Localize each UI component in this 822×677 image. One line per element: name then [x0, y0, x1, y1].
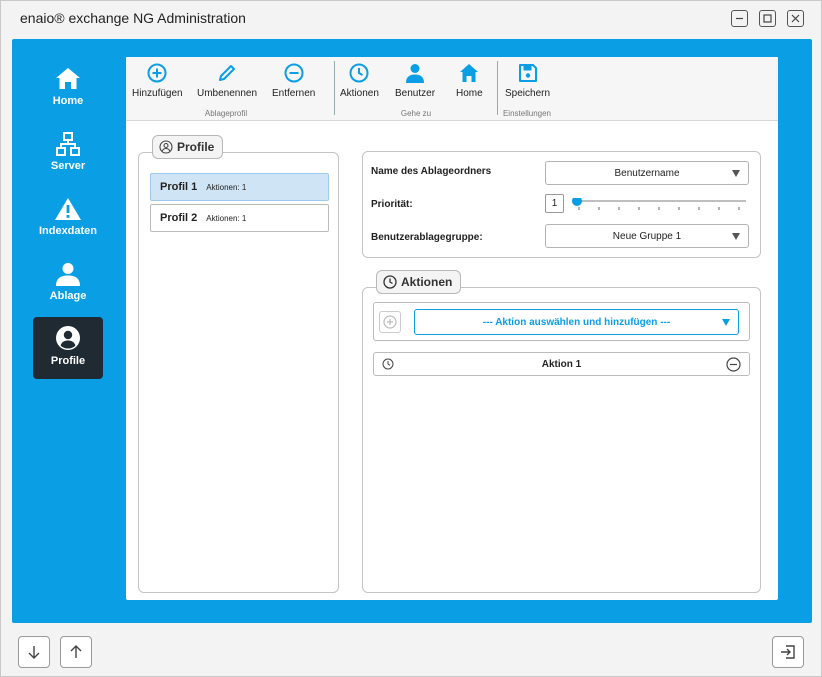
nav-item-ablage[interactable]: Ablage: [33, 254, 103, 316]
goto-actions-button[interactable]: Aktionen: [340, 63, 379, 99]
nav-label: Home: [52, 95, 84, 107]
add-profile-button[interactable]: Hinzufügen: [132, 63, 183, 99]
save-button[interactable]: Speichern: [505, 63, 550, 99]
exit-button[interactable]: [772, 636, 804, 668]
nav-label: Server: [50, 160, 86, 172]
priority-value-box[interactable]: 1: [545, 194, 564, 213]
ribbon-label: Entfernen: [272, 88, 316, 99]
clock-icon: [383, 275, 397, 289]
rename-profile-button[interactable]: Umbenennen: [197, 63, 257, 99]
close-icon: [791, 14, 800, 23]
profile-actions-count: Aktionen: 1: [206, 213, 247, 223]
chevron-down-icon: [722, 319, 730, 326]
actions-legend: Aktionen: [376, 270, 462, 294]
ribbon-label: Hinzufügen: [132, 88, 183, 99]
ribbon-group-label: Einstellungen: [502, 109, 552, 118]
title-bar: enaio® exchange NG Administration: [1, 1, 821, 37]
ribbon-label: Benutzer: [395, 88, 436, 99]
profiles-group: Profil 1 Aktionen: 1 Profil 2 Aktionen: …: [138, 152, 339, 593]
folder-name-label: Name des Ablageordners: [371, 166, 492, 177]
actions-group: --- Aktion auswählen und hinzufügen --- …: [362, 287, 761, 593]
bottom-bar: [1, 625, 821, 677]
clock-icon: [349, 63, 369, 83]
arrow-down-icon: [28, 646, 40, 659]
action-row[interactable]: Aktion 1: [373, 352, 750, 376]
group-select[interactable]: Neue Gruppe 1: [545, 224, 749, 248]
warning-icon: [55, 198, 81, 220]
profile-name: Profil 2: [160, 212, 198, 224]
remove-action-icon[interactable]: [726, 357, 741, 372]
group-value: Neue Gruppe 1: [612, 230, 682, 242]
ribbon-label: Aktionen: [340, 88, 379, 99]
window-title: enaio® exchange NG Administration: [20, 10, 246, 26]
folder-name-value: Benutzername: [614, 167, 680, 179]
priority-slider-track: [572, 196, 746, 210]
network-icon: [56, 132, 80, 156]
nav-item-home[interactable]: Home: [33, 59, 103, 121]
chevron-down-icon: [732, 233, 740, 240]
home-icon: [56, 68, 80, 89]
move-up-button[interactable]: [60, 636, 92, 668]
clock-icon: [382, 358, 394, 370]
profile-name: Profil 1: [160, 181, 198, 193]
pencil-icon: [219, 65, 236, 81]
nav-label: Ablage: [49, 290, 87, 302]
folder-name-select[interactable]: Benutzername: [545, 161, 749, 185]
arrow-up-icon: [70, 645, 82, 658]
chevron-down-icon: [732, 170, 740, 177]
ribbon-group-label: Ablageprofil: [204, 109, 248, 118]
nav-item-server[interactable]: Server: [33, 124, 103, 186]
profile-icon: [56, 326, 80, 350]
ribbon-group-label: Gehe zu: [400, 109, 432, 118]
ribbon-label: Speichern: [505, 88, 551, 99]
group-label: Benutzerablagegruppe:: [371, 232, 483, 243]
nav-label: Indexdaten: [38, 225, 98, 237]
move-down-button[interactable]: [18, 636, 50, 668]
minimize-icon: [736, 17, 743, 20]
profile-actions-count: Aktionen: 1: [206, 182, 247, 192]
profile-outline-icon: [159, 140, 173, 154]
profiles-legend-label: Profile: [177, 140, 215, 154]
maximize-button[interactable]: [759, 10, 776, 27]
close-button[interactable]: [787, 10, 804, 27]
user-icon: [406, 64, 425, 83]
content-panel: Hinzufügen Umbenennen Entfernen Ablagepr…: [126, 57, 778, 600]
save-icon: [518, 64, 537, 82]
action-select-placeholder: --- Aktion auswählen und hinzufügen ---: [482, 316, 671, 328]
action-label: Aktion 1: [541, 358, 582, 370]
add-action-button[interactable]: [379, 311, 401, 333]
app-window: enaio® exchange NG Administration Home S…: [0, 0, 822, 677]
ribbon-label: Umbenennen: [197, 88, 258, 99]
minimize-button[interactable]: [731, 10, 748, 27]
action-picker-row: --- Aktion auswählen und hinzufügen ---: [373, 302, 750, 341]
plus-circle-icon: [383, 315, 397, 329]
plus-circle-icon: [147, 63, 167, 83]
remove-profile-button[interactable]: Entfernen: [272, 63, 315, 99]
goto-home-button[interactable]: Home: [456, 63, 483, 99]
profile-row[interactable]: Profil 2 Aktionen: 1: [150, 204, 329, 232]
ribbon-label: Home: [456, 88, 483, 99]
profile-row[interactable]: Profil 1 Aktionen: 1: [150, 173, 329, 201]
home-icon: [460, 64, 479, 82]
nav-item-profile[interactable]: Profile: [33, 317, 103, 379]
goto-users-button[interactable]: Benutzer: [395, 63, 435, 99]
profiles-legend: Profile: [152, 135, 224, 159]
profile-settings-group: Name des Ablageordners Benutzername Prio…: [362, 151, 761, 258]
maximize-icon: [763, 14, 772, 23]
minus-circle-icon: [284, 63, 304, 83]
action-select[interactable]: --- Aktion auswählen und hinzufügen ---: [414, 309, 739, 335]
priority-label: Priorität:: [371, 199, 413, 210]
exit-icon: [781, 645, 795, 659]
nav-label: Profile: [50, 355, 86, 367]
nav-item-indexdaten[interactable]: Indexdaten: [33, 189, 103, 251]
ribbon-separator: [497, 61, 498, 115]
ribbon-separator: [334, 61, 335, 115]
priority-slider[interactable]: [571, 196, 747, 210]
user-icon: [56, 263, 80, 286]
ribbon-toolbar: Hinzufügen Umbenennen Entfernen Ablagepr…: [126, 57, 778, 121]
actions-legend-label: Aktionen: [401, 275, 453, 289]
